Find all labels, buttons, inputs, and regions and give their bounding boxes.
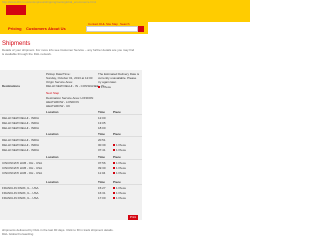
row-piece-text: 1 Piece [116, 186, 127, 190]
status-1-text: 1 Piece [101, 85, 112, 89]
table-divider [0, 136, 142, 137]
piece-dot-icon [113, 149, 115, 151]
row-location: DELHI NEW DELHI - INDIA [2, 148, 40, 152]
piece-dot-icon [113, 172, 115, 174]
piece-dot-icon [113, 192, 115, 194]
search-go-button[interactable] [138, 26, 144, 32]
row-piece: 1 Piece [113, 148, 126, 152]
row-location: DELHI NEW DELHI - INDIA [2, 116, 40, 120]
row-location: FRANKLIN PARK, IL - USA [2, 191, 39, 195]
row-location: DELHI NEW DELHI - INDIA [2, 121, 40, 125]
piece-dot-icon [113, 167, 115, 169]
nav-about-us[interactable]: About Us [48, 26, 66, 31]
row-piece-text: 1 Piece [116, 196, 127, 200]
row-piece: 1 Piece [113, 171, 126, 175]
row-time: 18:00 [98, 126, 106, 130]
row-piece: 1 Piece [113, 191, 126, 195]
piece-dot-icon [113, 187, 115, 189]
row-piece-text: 1 Piece [116, 148, 127, 152]
next-button[interactable]: Print [128, 215, 138, 220]
row-piece: 1 Piece [113, 186, 126, 190]
table-divider [0, 159, 142, 160]
nav-pricing[interactable]: Pricing [8, 26, 22, 31]
row-location: DELHI NEW DELHI - INDIA [2, 143, 40, 147]
estimated-label: The Estimated Delivery Date is currently… [98, 72, 140, 84]
destinations-label: Destinations [2, 84, 21, 88]
row-time: 00:39 [98, 143, 106, 147]
row-location: CINCINNATI HUB - OH - USA [2, 166, 43, 170]
table-divider [0, 184, 142, 185]
row-location: DELHI NEW DELHI - INDIA [2, 126, 40, 130]
origin-value: DELHI NEW DELHI - IN - CONSIGNEE - IN [46, 84, 105, 88]
row-time: 09:30 [98, 166, 106, 170]
row-time: 17:00 [98, 196, 106, 200]
row-location: CINCINNATI HUB - OH - USA [2, 171, 43, 175]
row-piece: 1 Piece [113, 166, 126, 170]
piece-dot-icon [113, 144, 115, 146]
row-time: 07:56 [98, 161, 106, 165]
row-time: 07:41 [98, 148, 106, 152]
row-time: 16:31 [98, 191, 106, 195]
row-location: CINCINNATI HUB - OH - USA [2, 161, 43, 165]
row-piece-text: 1 Piece [116, 166, 127, 170]
table-divider [0, 114, 142, 115]
row-time: 11:04 [98, 171, 106, 175]
row-time: 20:51 [98, 138, 106, 142]
piece-dot-icon [113, 162, 115, 164]
search-input[interactable] [86, 26, 138, 32]
piece-dot-icon [113, 197, 115, 199]
status-dot-icon [98, 86, 100, 88]
page-title: Shipments [2, 41, 31, 47]
row-piece-text: 1 Piece [116, 171, 127, 175]
row-location: DELHI NEW DELHI - INDIA [2, 138, 40, 142]
row-piece-text: 1 Piece [116, 191, 127, 195]
row-time: 12:00 [98, 116, 106, 120]
row-location: FRANKLIN PARK, IL - USA [2, 196, 39, 200]
row-location: FRANKLIN PARK, IL - USA [2, 186, 39, 190]
destination-value: Destination Service Area: LONDON HEATHRO… [46, 96, 94, 108]
intro-line-2: is available through the DHL network. [2, 52, 52, 56]
nav-customers[interactable]: Customers [26, 26, 47, 31]
row-piece-text: 1 Piece [116, 143, 127, 147]
dhl-logo[interactable] [6, 5, 26, 15]
row-piece-text: 1 Piece [116, 161, 127, 165]
url-bar[interactable]: http://www.dhl.co.uk/en/express/shipping… [2, 0, 96, 4]
row-time: 15:27 [98, 186, 106, 190]
status-1: 1 Piece [98, 85, 111, 89]
footer-line-2: DHL Global Forwarding [2, 232, 34, 236]
row-piece: 1 Piece [113, 196, 126, 200]
row-piece: 1 Piece [113, 143, 126, 147]
row-time: 13:05 [98, 121, 106, 125]
row-piece: 1 Piece [113, 161, 126, 165]
pickup-value: Sunday, October 01, 2013 at 12:00 Origin… [46, 76, 93, 84]
next-step-note: Next Step [46, 91, 60, 95]
